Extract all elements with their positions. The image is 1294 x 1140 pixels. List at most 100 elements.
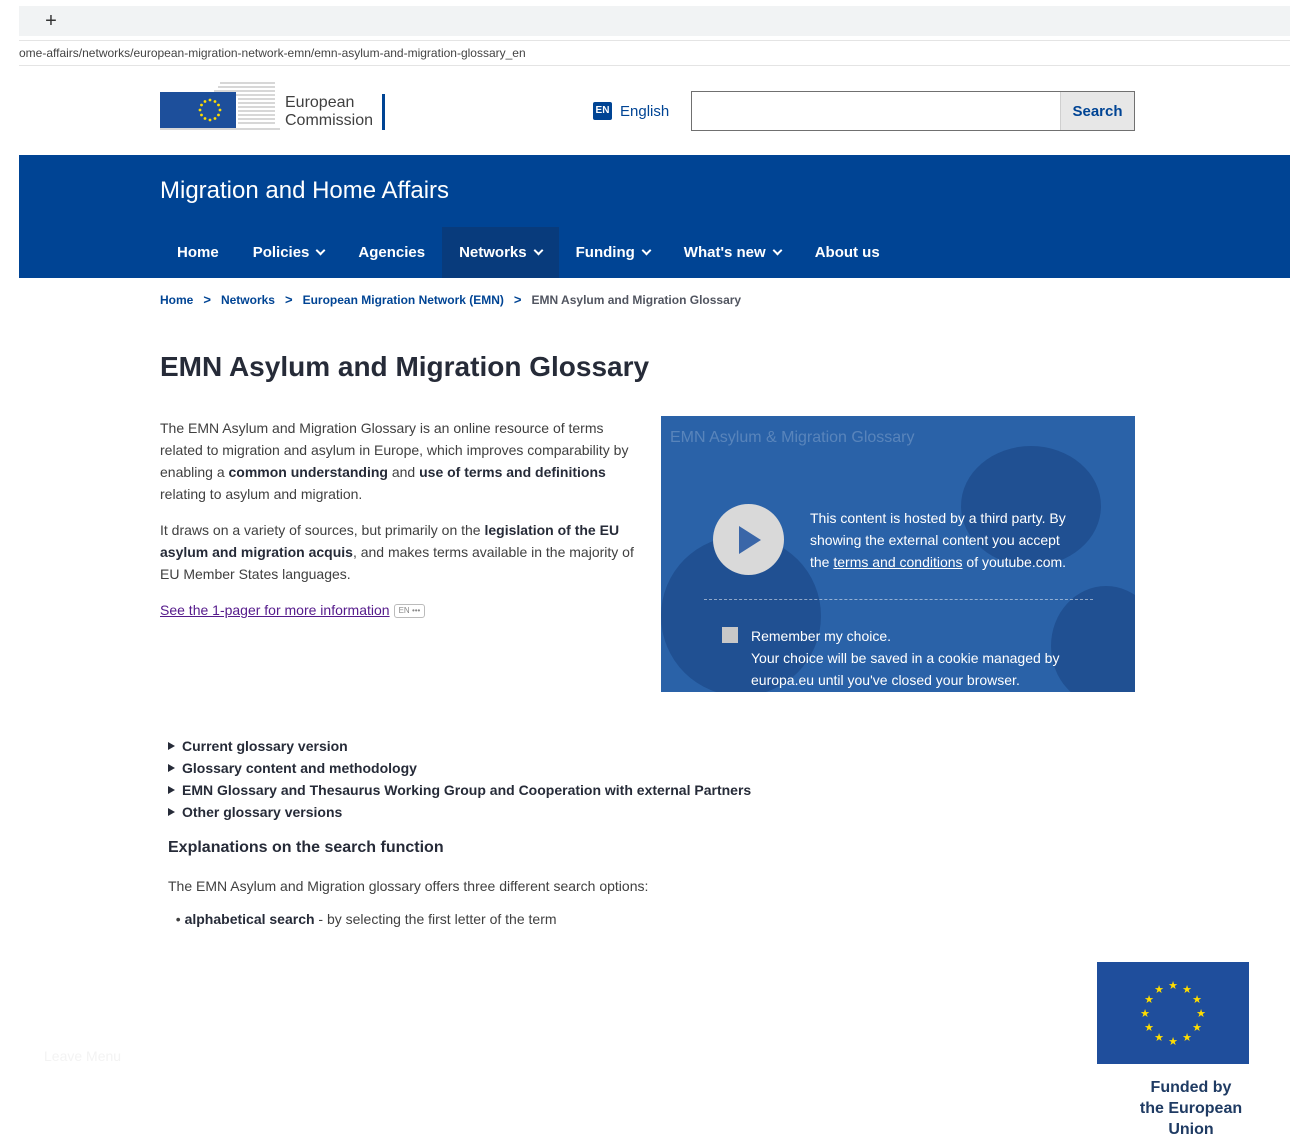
breadcrumb-current: EMN Asylum and Migration Glossary: [531, 292, 742, 307]
intro-text-part: It draws on a variety of sources, but pr…: [160, 522, 485, 538]
breadcrumb-networks[interactable]: Networks: [221, 293, 275, 307]
search-option-item: • alphabetical search - by selecting the…: [168, 914, 557, 927]
page-title: EMN Asylum and Migration Glossary: [160, 351, 650, 382]
chevron-down-icon: [641, 245, 652, 256]
search-input[interactable]: [692, 92, 1060, 130]
new-tab-button[interactable]: +: [41, 9, 61, 33]
svg-text:★: ★: [1168, 979, 1178, 992]
intro-text: The EMN Asylum and Migration Glossary is…: [160, 417, 645, 635]
language-icon: EN: [593, 102, 612, 120]
expand-triangle-icon: [168, 742, 175, 750]
eu-flag-icon: [160, 92, 236, 128]
details-item[interactable]: Current glossary version: [168, 735, 751, 757]
breadcrumb: Home > Networks > European Migration Net…: [160, 292, 741, 307]
intro-emphasis: use of terms and definitions: [419, 464, 606, 480]
file-badge-lang: EN: [398, 606, 410, 615]
svg-text:★: ★: [1154, 1031, 1164, 1044]
svg-text:★: ★: [1144, 993, 1154, 1006]
details-label: Glossary content and methodology: [182, 760, 417, 776]
logo-line-european: European: [285, 94, 355, 111]
logo-text: European Commission: [285, 94, 373, 130]
svg-text:★: ★: [1196, 1007, 1206, 1020]
expandable-sections: Current glossary version Glossary conten…: [168, 735, 751, 823]
breadcrumb-emn[interactable]: European Migration Network (EMN): [303, 293, 504, 307]
chevron-down-icon: [315, 245, 326, 256]
intro-emphasis: common understanding: [228, 464, 388, 480]
svg-text:★: ★: [1192, 1021, 1202, 1034]
funded-line-1: Funded by: [1150, 1079, 1232, 1096]
nav-funding[interactable]: Funding: [559, 227, 667, 278]
file-badge-more: •••: [411, 606, 421, 615]
nav-policies[interactable]: Policies: [236, 227, 342, 278]
terms-link[interactable]: terms and conditions: [833, 554, 962, 570]
play-icon: [739, 526, 761, 554]
breadcrumb-home[interactable]: Home: [160, 293, 193, 307]
nav-about-us[interactable]: About us: [798, 227, 897, 278]
remember-text: Your choice will be saved in a cookie ma…: [751, 650, 1060, 688]
play-button[interactable]: [713, 504, 784, 575]
video-divider: [704, 599, 1093, 600]
svg-text:★: ★: [1182, 1031, 1192, 1044]
notice-text: of youtube.com.: [962, 554, 1067, 570]
file-language-badge[interactable]: EN •••: [393, 604, 426, 618]
expand-triangle-icon: [168, 808, 175, 816]
nav-label: Agencies: [358, 244, 426, 261]
main-navigation: Home Policies Agencies Networks Funding …: [160, 227, 897, 278]
remember-choice: Remember my choice. Your choice will be …: [751, 625, 1081, 691]
search-button[interactable]: Search: [1060, 92, 1134, 130]
search-option-desc: - by selecting the first letter of the t…: [314, 914, 557, 927]
remember-title[interactable]: Remember my choice.: [751, 625, 1081, 647]
svg-text:★: ★: [1168, 1035, 1178, 1048]
intro-text-part: relating to asylum and migration.: [160, 486, 363, 502]
intro-text-part: and: [387, 464, 420, 480]
details-label: EMN Glossary and Thesaurus Working Group…: [182, 782, 752, 798]
expand-triangle-icon: [168, 764, 175, 772]
details-item[interactable]: Other glossary versions: [168, 801, 751, 823]
nav-label: Policies: [252, 244, 310, 261]
svg-text:★: ★: [1182, 983, 1192, 996]
nav-home[interactable]: Home: [160, 227, 236, 278]
details-item[interactable]: EMN Glossary and Thesaurus Working Group…: [168, 779, 751, 801]
details-label: Current glossary version: [182, 738, 348, 754]
address-bar[interactable]: ome-affairs/networks/european-migration-…: [19, 40, 1290, 66]
site-search: Search: [691, 91, 1135, 131]
language-label[interactable]: English: [620, 103, 669, 120]
browser-tab-strip: +: [19, 6, 1290, 36]
nav-label: About us: [814, 244, 880, 261]
nav-networks[interactable]: Networks: [442, 227, 559, 278]
site-title[interactable]: Migration and Home Affairs: [160, 177, 449, 205]
search-option-name: alphabetical search: [184, 914, 315, 927]
one-pager-link[interactable]: See the 1-pager for more information: [160, 602, 390, 618]
funded-by-eu: Funded by the European Union: [1116, 1077, 1266, 1140]
details-label: Other glossary versions: [182, 804, 343, 820]
chevron-down-icon: [533, 245, 544, 256]
details-item[interactable]: Glossary content and methodology: [168, 757, 751, 779]
intro-paragraph-1: The EMN Asylum and Migration Glossary is…: [160, 417, 645, 505]
site-header: Migration and Home Affairs Home Policies…: [19, 155, 1290, 278]
eu-emblem-icon: ★ ★ ★ ★ ★ ★ ★ ★ ★ ★ ★ ★: [1097, 962, 1249, 1064]
search-options-list: • alphabetical search - by selecting the…: [168, 914, 768, 927]
remember-choice-checkbox[interactable]: [722, 627, 738, 643]
logo-line-commission: Commission: [285, 112, 374, 129]
search-explanations-heading: Explanations on the search function: [168, 839, 444, 856]
svg-text:★: ★: [1140, 1007, 1150, 1020]
breadcrumb-separator: >: [203, 292, 211, 307]
logo-divider: [382, 94, 385, 130]
address-bar-url[interactable]: ome-affairs/networks/european-migration-…: [19, 46, 526, 60]
svg-text:★: ★: [1192, 993, 1202, 1006]
nav-label: Home: [177, 244, 219, 261]
nav-whats-new[interactable]: What's new: [667, 227, 798, 278]
intro-paragraph-2: It draws on a variety of sources, but pr…: [160, 519, 645, 585]
intro-paragraph-3: See the 1-pager for more information EN •…: [160, 599, 645, 621]
faint-menu-text: Leave Menu: [44, 1048, 122, 1064]
nav-agencies[interactable]: Agencies: [341, 227, 442, 278]
video-background-title: EMN Asylum & Migration Glossary: [670, 429, 915, 446]
language-selector[interactable]: EN English: [593, 101, 669, 121]
nav-label: Funding: [575, 244, 635, 261]
search-explanations-intro: The EMN Asylum and Migration glossary of…: [168, 878, 649, 894]
european-commission-logo[interactable]: European Commission: [160, 72, 390, 132]
breadcrumb-separator: >: [513, 292, 522, 307]
video-embed[interactable]: EMN Asylum & Migration Glossary This con…: [661, 416, 1135, 692]
expand-triangle-icon: [168, 786, 175, 794]
nav-label: What's new: [683, 244, 766, 261]
